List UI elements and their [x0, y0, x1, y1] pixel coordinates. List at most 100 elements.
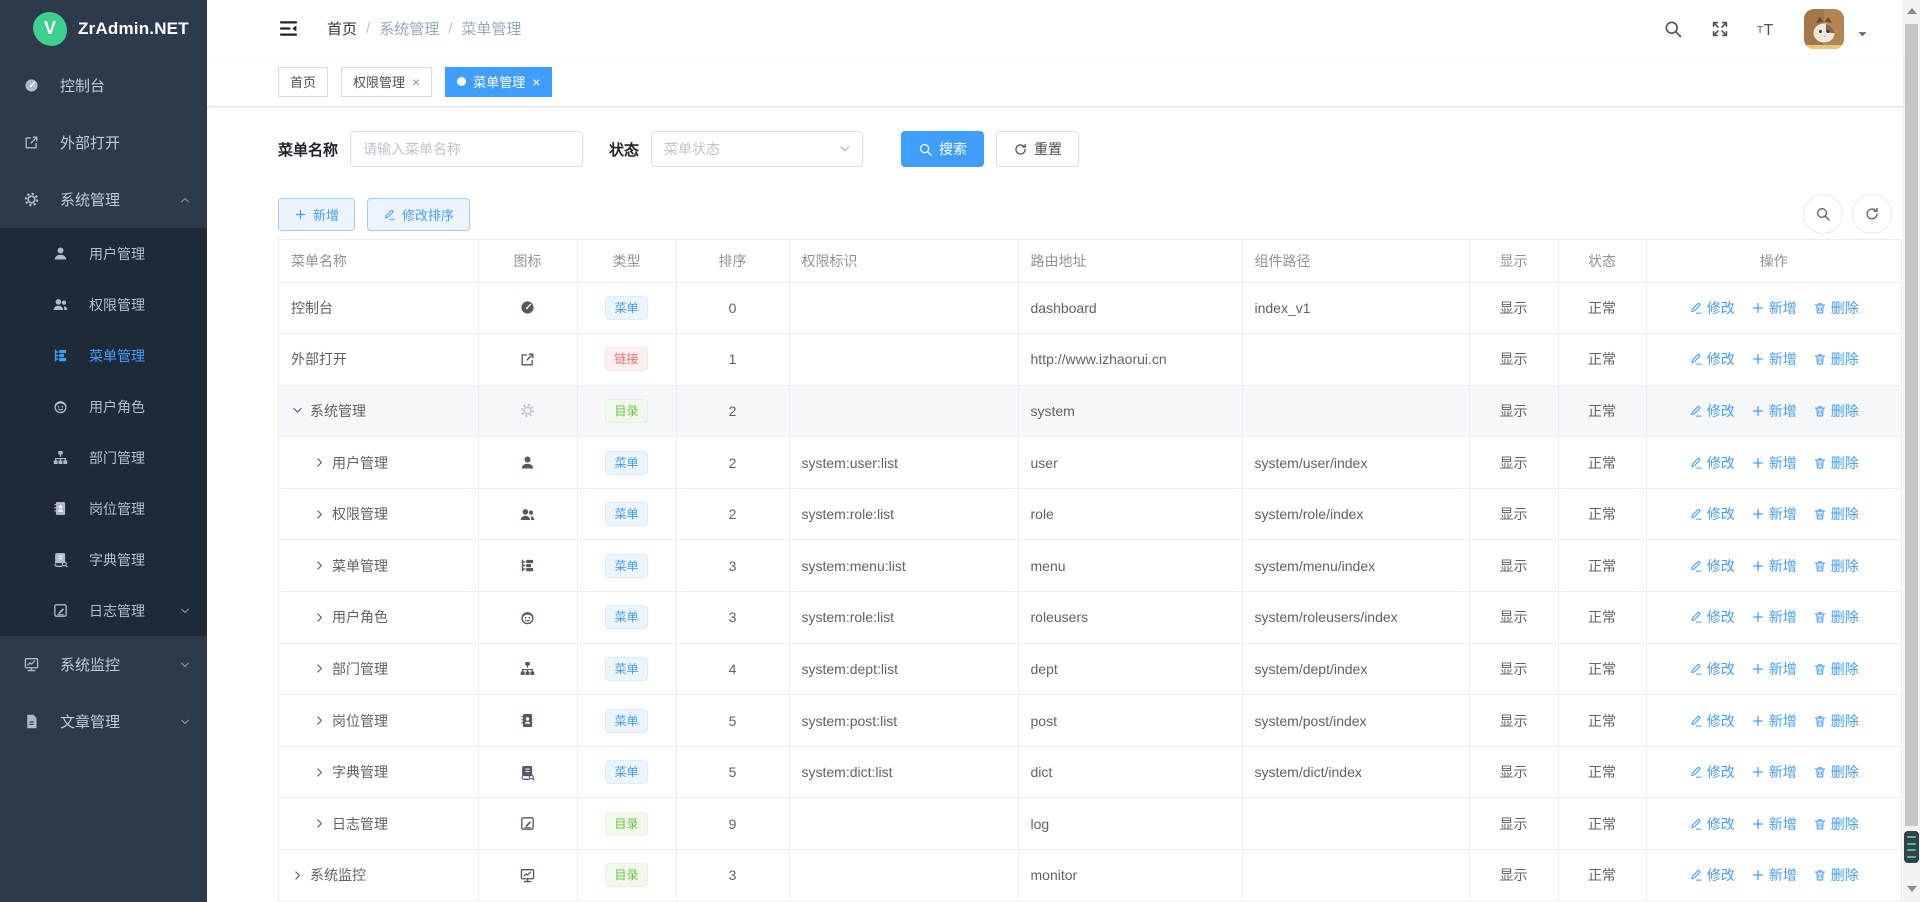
- row-edit-link[interactable]: 修改: [1689, 298, 1735, 318]
- sidebar-item-log[interactable]: 日志管理: [0, 585, 207, 636]
- row-delete-link[interactable]: 删除: [1813, 814, 1859, 834]
- row-edit-link[interactable]: 修改: [1689, 607, 1735, 627]
- action-label: 新增: [1769, 762, 1797, 782]
- scrollbar-thumb[interactable]: [1905, 24, 1918, 826]
- sidebar-item-user[interactable]: 用户管理: [0, 228, 207, 279]
- row-add-link[interactable]: 新增: [1751, 814, 1797, 834]
- sidebar-item-dashboard[interactable]: 控制台: [0, 57, 207, 114]
- component-value: [1242, 798, 1469, 850]
- sidebar-item-external[interactable]: 外部打开: [0, 114, 207, 171]
- row-add-link[interactable]: 新增: [1751, 607, 1797, 627]
- row-add-link[interactable]: 新增: [1751, 349, 1797, 369]
- row-delete-link[interactable]: 删除: [1813, 349, 1859, 369]
- expand-row-icon[interactable]: [291, 869, 304, 882]
- perm-value: [789, 282, 1018, 334]
- expand-row-icon[interactable]: [313, 508, 326, 521]
- expand-row-icon[interactable]: [313, 662, 326, 675]
- row-add-link[interactable]: 新增: [1751, 401, 1797, 421]
- row-delete-link[interactable]: 删除: [1813, 711, 1859, 731]
- sidebar-item-monitor[interactable]: 系统监控: [0, 636, 207, 693]
- sidebar-item-dept[interactable]: 部门管理: [0, 432, 207, 483]
- reset-button[interactable]: 重置: [996, 131, 1079, 167]
- scroll-down-arrow[interactable]: [1903, 878, 1920, 900]
- row-delete-link[interactable]: 删除: [1813, 762, 1859, 782]
- users-icon: [519, 506, 536, 523]
- collapse-row-icon[interactable]: [291, 404, 304, 417]
- sidebar-item-article[interactable]: 文章管理: [0, 693, 207, 750]
- search-button[interactable]: 搜索: [901, 131, 984, 167]
- row-delete-link[interactable]: 删除: [1813, 453, 1859, 473]
- status-select[interactable]: 菜单状态: [651, 131, 863, 167]
- sidebar-item-menu[interactable]: 菜单管理: [0, 330, 207, 381]
- row-delete-link[interactable]: 删除: [1813, 607, 1859, 627]
- expand-row-icon[interactable]: [313, 817, 326, 830]
- status-value: 正常: [1558, 334, 1646, 386]
- row-delete-link[interactable]: 删除: [1813, 659, 1859, 679]
- row-edit-link[interactable]: 修改: [1689, 865, 1735, 885]
- expand-row-icon[interactable]: [313, 456, 326, 469]
- action-label: 修改: [1707, 453, 1735, 473]
- tab-role[interactable]: 权限管理×: [341, 67, 432, 97]
- sidebar-item-role[interactable]: 权限管理: [0, 279, 207, 330]
- row-delete-link[interactable]: 删除: [1813, 298, 1859, 318]
- row-add-link[interactable]: 新增: [1751, 762, 1797, 782]
- table-refresh-button[interactable]: [1852, 194, 1892, 234]
- trash-icon: [1813, 662, 1827, 676]
- expand-row-icon[interactable]: [313, 611, 326, 624]
- row-edit-link[interactable]: 修改: [1689, 401, 1735, 421]
- visible-value: 显示: [1469, 282, 1558, 334]
- add-button[interactable]: 新增: [278, 198, 355, 231]
- row-edit-link[interactable]: 修改: [1689, 659, 1735, 679]
- row-edit-link[interactable]: 修改: [1689, 762, 1735, 782]
- row-add-link[interactable]: 新增: [1751, 556, 1797, 576]
- close-icon[interactable]: ×: [412, 75, 420, 89]
- menu-name-input[interactable]: [350, 131, 583, 167]
- expand-row-icon[interactable]: [313, 714, 326, 727]
- row-add-link[interactable]: 新增: [1751, 504, 1797, 524]
- breadcrumb-item[interactable]: 系统管理: [379, 18, 439, 39]
- sort-value: 2: [676, 488, 789, 540]
- row-add-link[interactable]: 新增: [1751, 453, 1797, 473]
- edit-sort-button[interactable]: 修改排序: [367, 198, 470, 231]
- edit-icon: [1689, 404, 1703, 418]
- table-search-button[interactable]: [1803, 194, 1843, 234]
- row-edit-link[interactable]: 修改: [1689, 453, 1735, 473]
- chevron-down-icon[interactable]: [1856, 28, 1869, 41]
- row-edit-link[interactable]: 修改: [1689, 711, 1735, 731]
- sidebar-item-system[interactable]: 系统管理: [0, 171, 207, 228]
- breadcrumb-item: 菜单管理: [461, 18, 521, 39]
- search-icon[interactable]: [1663, 19, 1683, 39]
- action-label: 新增: [1769, 453, 1797, 473]
- row-delete-link[interactable]: 删除: [1813, 865, 1859, 885]
- chevron-down-icon: [838, 142, 852, 156]
- font-size-icon[interactable]: TT: [1757, 19, 1777, 39]
- row-edit-link[interactable]: 修改: [1689, 504, 1735, 524]
- scroll-up-arrow[interactable]: [1903, 0, 1920, 22]
- avatar[interactable]: [1804, 9, 1844, 49]
- row-edit-link[interactable]: 修改: [1689, 556, 1735, 576]
- sidebar-item-dict[interactable]: 字典管理: [0, 534, 207, 585]
- row-add-link[interactable]: 新增: [1751, 711, 1797, 731]
- tab-menu[interactable]: 菜单管理×: [445, 67, 552, 97]
- component-value: [1242, 334, 1469, 386]
- row-add-link[interactable]: 新增: [1751, 298, 1797, 318]
- sidebar-item-roleusers[interactable]: 用户角色: [0, 381, 207, 432]
- sidebar-item-post[interactable]: 岗位管理: [0, 483, 207, 534]
- row-delete-link[interactable]: 删除: [1813, 556, 1859, 576]
- expand-row-icon[interactable]: [313, 559, 326, 572]
- fullscreen-icon[interactable]: [1710, 19, 1730, 39]
- row-edit-link[interactable]: 修改: [1689, 349, 1735, 369]
- log-icon: [52, 602, 69, 619]
- expand-row-icon[interactable]: [313, 766, 326, 779]
- row-edit-link[interactable]: 修改: [1689, 814, 1735, 834]
- plus-icon: [1751, 868, 1765, 882]
- close-icon[interactable]: ×: [532, 75, 540, 89]
- row-add-link[interactable]: 新增: [1751, 659, 1797, 679]
- row-delete-link[interactable]: 删除: [1813, 504, 1859, 524]
- tab-home[interactable]: 首页: [278, 67, 328, 97]
- sidebar-fold-icon[interactable]: [278, 18, 299, 39]
- row-delete-link[interactable]: 删除: [1813, 401, 1859, 421]
- breadcrumb-item[interactable]: 首页: [327, 18, 357, 39]
- row-add-link[interactable]: 新增: [1751, 865, 1797, 885]
- search-icon: [1663, 19, 1683, 39]
